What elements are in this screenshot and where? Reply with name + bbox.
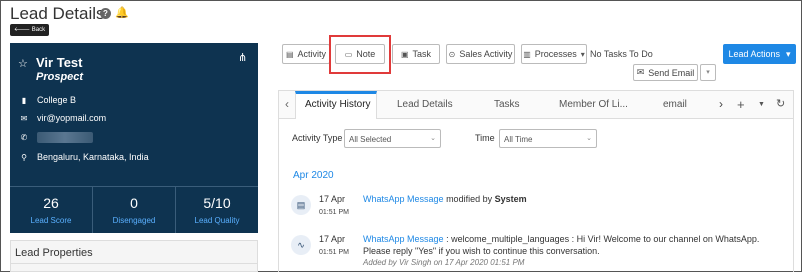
activity-type-value: All Selected bbox=[349, 135, 392, 144]
back-button[interactable]: 🡐 Back bbox=[10, 24, 50, 36]
stat-lead-score[interactable]: 26 Lead Score bbox=[10, 187, 93, 233]
activity-description: : welcome_multiple_languages : Hi Vir! W… bbox=[446, 234, 760, 244]
activity-button-label: Activity bbox=[297, 49, 327, 59]
activity-type-link[interactable]: WhatsApp Message bbox=[363, 234, 444, 244]
activity-time: 01:51 PM bbox=[319, 249, 349, 256]
mail-icon: ✉ bbox=[636, 67, 645, 77]
processes-button[interactable]: ▥ Processes ▾ bbox=[521, 44, 587, 64]
processes-icon: ▥ bbox=[523, 49, 531, 59]
refresh-icon[interactable]: ↻ bbox=[776, 97, 785, 110]
help-icon[interactable]: ? bbox=[100, 8, 111, 19]
location-row: ⚲ Bengaluru, Karnataka, India bbox=[18, 152, 149, 162]
lead-properties-title[interactable]: Lead Properties bbox=[11, 241, 257, 264]
location-pin-icon: ⚲ bbox=[21, 152, 27, 162]
stat-label: Lead Score bbox=[30, 216, 72, 225]
time-label: Time bbox=[475, 133, 495, 143]
time-select[interactable]: All Time ⌄ bbox=[499, 129, 597, 148]
stat-lead-quality[interactable]: 5/10 Lead Quality bbox=[176, 187, 258, 233]
stat-label: Disengaged bbox=[112, 216, 156, 225]
activity-description: modified by bbox=[446, 194, 493, 204]
tab-tasks[interactable]: Tasks bbox=[494, 99, 520, 110]
pulse-icon: ∿ bbox=[291, 235, 311, 255]
company-name: College B bbox=[37, 95, 77, 105]
activity-actor: System bbox=[494, 194, 527, 204]
chevron-down-icon: ▾ bbox=[580, 49, 585, 59]
mail-icon: ✉ bbox=[20, 113, 28, 123]
no-tasks-text: No Tasks To Do bbox=[590, 49, 653, 59]
activity-date: 17 Apr bbox=[319, 234, 346, 244]
processes-label: Processes bbox=[534, 49, 577, 59]
stat-label: Lead Quality bbox=[194, 216, 240, 225]
activity-panel: ‹ Activity History Lead Details Tasks Me… bbox=[278, 90, 794, 272]
activity-text: WhatsApp Message : welcome_multiple_lang… bbox=[363, 234, 759, 244]
activity-type-link[interactable]: WhatsApp Message bbox=[363, 194, 444, 204]
company-row: ▮ College B bbox=[18, 95, 76, 105]
task-button[interactable]: ▣ Task bbox=[392, 44, 440, 64]
phone-value-redacted bbox=[37, 132, 93, 143]
task-icon: ▣ bbox=[400, 49, 409, 59]
location-value: Bengaluru, Karnataka, India bbox=[37, 152, 149, 162]
title-icons: ? 🔔 bbox=[100, 8, 129, 19]
stat-value: 5/10 bbox=[203, 195, 231, 211]
lead-name: Vir Test bbox=[36, 55, 83, 70]
stats-row: 26 Lead Score 0 Disengaged 5/10 Lead Qua… bbox=[10, 186, 258, 233]
email-row: ✉ vir@yopmail.com bbox=[18, 113, 107, 123]
share-icon[interactable]: ⋔ bbox=[238, 51, 247, 64]
activity-date: 17 Apr bbox=[319, 194, 346, 204]
chevron-down-icon: ▾ bbox=[786, 48, 791, 59]
tab-email[interactable]: email bbox=[663, 99, 687, 110]
activity-button[interactable]: ▤ Activity bbox=[282, 44, 330, 64]
chevron-right-icon[interactable]: › bbox=[719, 97, 723, 111]
stat-disengaged[interactable]: 0 Disengaged bbox=[93, 187, 176, 233]
profile-card: ☆ ⋔ Vir Test Prospect ▮ College B ✉ vir@… bbox=[10, 43, 258, 233]
lead-actions-label: Lead Actions bbox=[728, 49, 780, 59]
lead-actions-button[interactable]: Lead Actions ▾ bbox=[723, 44, 796, 64]
star-icon[interactable]: ☆ bbox=[18, 57, 28, 70]
task-button-label: Task bbox=[412, 49, 432, 59]
activity-text: WhatsApp Message modified by System bbox=[363, 194, 527, 204]
chevron-down-icon: ⌄ bbox=[430, 135, 436, 142]
activity-type-label: Activity Type bbox=[292, 133, 343, 143]
lead-stage: Prospect bbox=[36, 71, 84, 83]
chevron-left-icon[interactable]: ‹ bbox=[285, 97, 289, 111]
phone-row: ✆ bbox=[18, 132, 93, 143]
page-title: Lead Details bbox=[10, 4, 105, 23]
chevron-down-icon: ⌄ bbox=[586, 135, 592, 142]
tab-activity-history[interactable]: Activity History bbox=[305, 99, 371, 110]
tab-member-of-lists[interactable]: Member Of Li... bbox=[559, 99, 628, 110]
note-highlight-box bbox=[329, 35, 391, 74]
stat-value: 0 bbox=[130, 195, 138, 211]
add-tab-icon[interactable]: + bbox=[737, 97, 745, 112]
email-value[interactable]: vir@yopmail.com bbox=[37, 113, 106, 123]
send-email-button[interactable]: ✉ Send Email bbox=[633, 64, 698, 81]
activity-type-select[interactable]: All Selected ⌄ bbox=[344, 129, 441, 148]
tab-lead-details[interactable]: Lead Details bbox=[397, 99, 453, 110]
activity-icon: ▤ bbox=[285, 49, 294, 59]
dollar-icon: ⊙ bbox=[448, 49, 456, 59]
lead-properties-panel: Lead Properties bbox=[10, 240, 258, 272]
send-email-label: Send Email bbox=[648, 67, 695, 78]
time-value: All Time bbox=[504, 135, 533, 144]
chevron-down-icon[interactable]: ▼ bbox=[758, 101, 765, 108]
bell-icon[interactable]: 🔔 bbox=[115, 8, 129, 19]
stat-value: 26 bbox=[43, 195, 59, 211]
sales-activity-button[interactable]: ⊙ Sales Activity bbox=[446, 44, 515, 64]
tab-bar: ‹ Activity History Lead Details Tasks Me… bbox=[279, 91, 793, 119]
sales-activity-label: Sales Activity bbox=[459, 49, 513, 59]
activity-time: 01:51 PM bbox=[319, 209, 349, 216]
document-icon: ▤ bbox=[291, 195, 311, 215]
send-email-dropdown[interactable]: ▾ bbox=[700, 64, 716, 81]
building-icon: ▮ bbox=[21, 95, 27, 105]
timeline-date-heading: Apr 2020 bbox=[293, 170, 334, 181]
activity-description-line2: Please reply "Yes" if you wish to contin… bbox=[363, 246, 600, 256]
activity-meta: Added by Vir Singh on 17 Apr 2020 01:51 … bbox=[363, 258, 525, 267]
phone-icon: ✆ bbox=[20, 133, 28, 142]
